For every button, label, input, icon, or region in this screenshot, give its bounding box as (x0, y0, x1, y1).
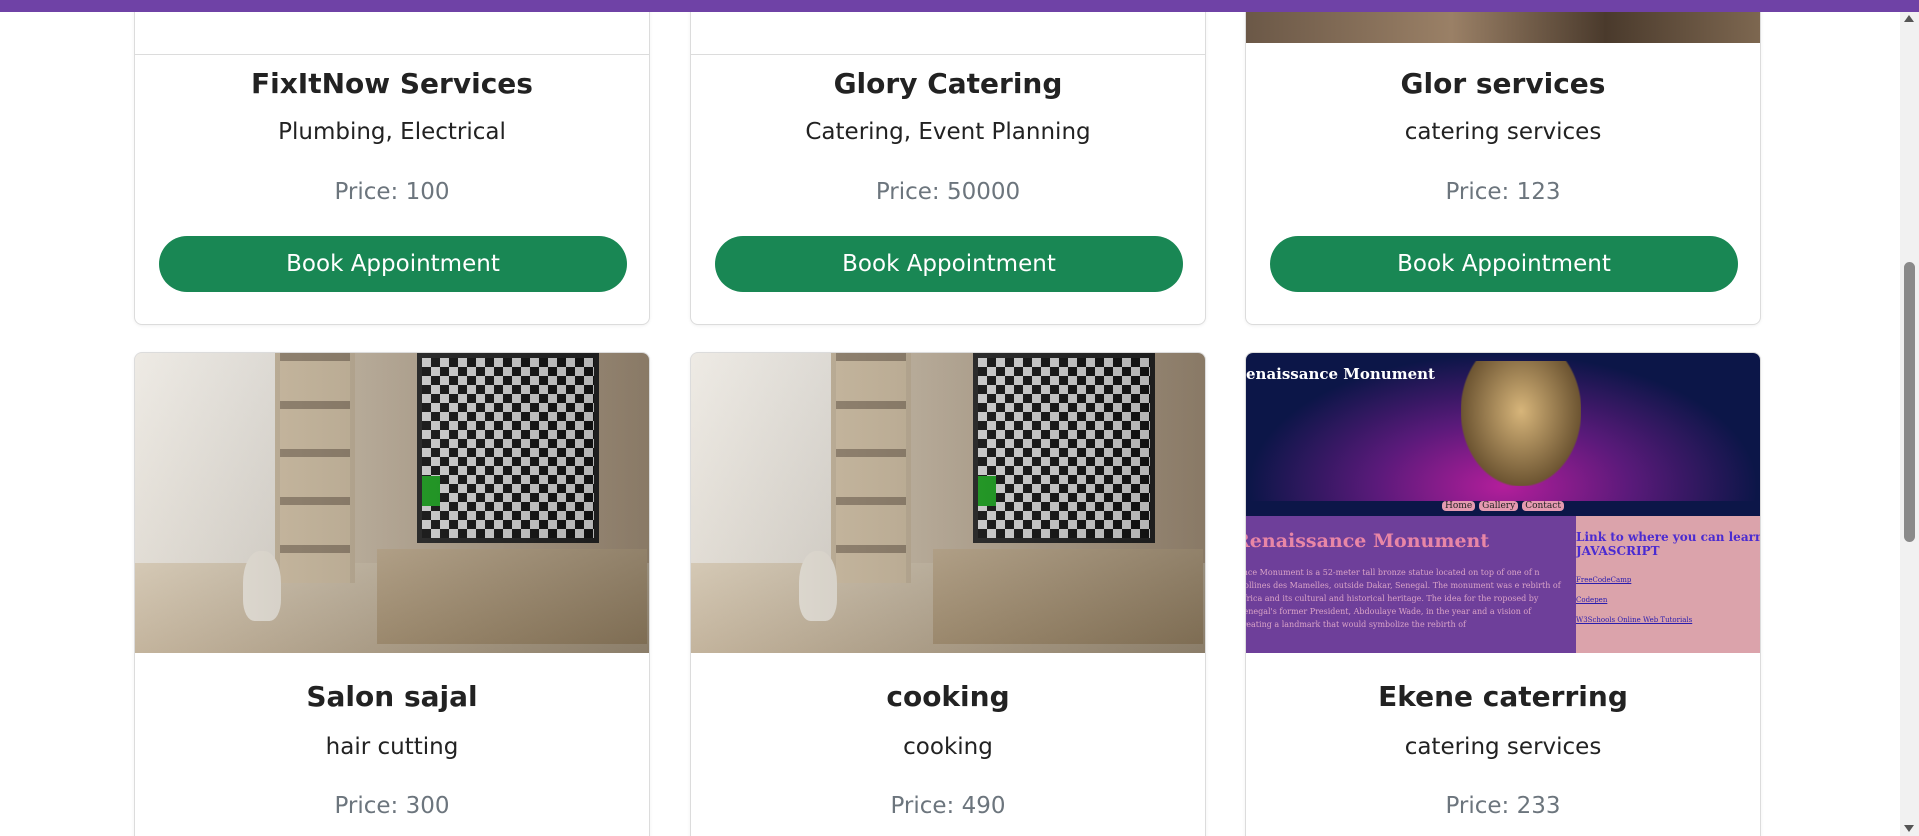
service-image (1246, 12, 1760, 43)
service-category: Catering, Event Planning (805, 119, 1091, 145)
service-image: enaissance Monument Home Gallery Contact R… (1246, 353, 1760, 653)
service-price: Price: 50000 (875, 179, 1021, 205)
service-card: FixItNow Services Plumbing, Electrical P… (134, 12, 650, 325)
scrollbar-thumb[interactable] (1904, 262, 1915, 542)
monument-paragraph: ance Monument is a 52-meter tall bronze … (1246, 568, 1561, 629)
monument-right-panel: Link to where you can learn HTML JAVASCR… (1576, 516, 1760, 653)
book-appointment-button[interactable]: Book Appointment (1270, 236, 1738, 292)
room-photo (135, 353, 649, 653)
service-price: Price: 490 (890, 793, 1006, 819)
book-appointment-button[interactable]: Book Appointment (715, 236, 1183, 292)
monument-heading: Renaissance Monument (1246, 530, 1490, 552)
service-category: Plumbing, Electrical (278, 119, 506, 145)
service-name: Ekene caterring (1378, 680, 1628, 713)
service-category: catering services (1404, 119, 1602, 145)
services-grid: FixItNow Services Plumbing, Electrical P… (0, 12, 1900, 836)
scroll-up-arrow-icon[interactable] (1904, 15, 1914, 22)
top-accent-bar (0, 0, 1919, 12)
service-name: cooking (886, 680, 1010, 713)
service-category: catering services (1404, 734, 1602, 760)
service-price: Price: 100 (334, 179, 450, 205)
service-category: cooking (903, 734, 993, 760)
scroll-down-arrow-icon[interactable] (1904, 825, 1914, 832)
room-photo (691, 353, 1205, 653)
service-image (135, 353, 649, 653)
service-card: cooking cooking Price: 490 (690, 352, 1206, 836)
service-name: Glor services (1400, 67, 1606, 100)
service-card: Salon sajal hair cutting Price: 300 (134, 352, 650, 836)
monument-link: FreeCodeCamp (1576, 576, 1632, 584)
service-name: FixItNow Services (251, 67, 533, 100)
monument-page-screenshot: enaissance Monument Home Gallery Contact R… (1246, 353, 1760, 653)
service-name: Glory Catering (833, 67, 1063, 100)
service-card: Glor services catering services Price: 1… (1245, 12, 1761, 325)
service-name: Salon sajal (306, 680, 478, 713)
service-price: Price: 123 (1445, 179, 1561, 205)
monument-nav: Home Gallery Contact (1246, 501, 1760, 516)
service-category: hair cutting (325, 734, 459, 760)
service-image (691, 353, 1205, 653)
monument-link: W3Schools Online Web Tutorials (1576, 616, 1693, 624)
service-card: enaissance Monument Home Gallery Contact R… (1245, 352, 1761, 836)
book-appointment-button[interactable]: Book Appointment (159, 236, 627, 292)
vertical-scrollbar[interactable] (1900, 12, 1919, 836)
monument-side-title: Link to where you can learn HTML JAVASCR… (1576, 530, 1760, 558)
monument-left-panel: Renaissance Monument ance Monument is a … (1246, 516, 1576, 653)
service-image (135, 12, 649, 55)
service-card: Glory Catering Catering, Event Planning … (690, 12, 1206, 325)
service-price: Price: 300 (334, 793, 450, 819)
service-image (691, 12, 1205, 55)
monument-link: Codepen (1576, 596, 1608, 604)
service-price: Price: 233 (1445, 793, 1561, 819)
monument-hero-title: enaissance Monument (1246, 365, 1435, 383)
